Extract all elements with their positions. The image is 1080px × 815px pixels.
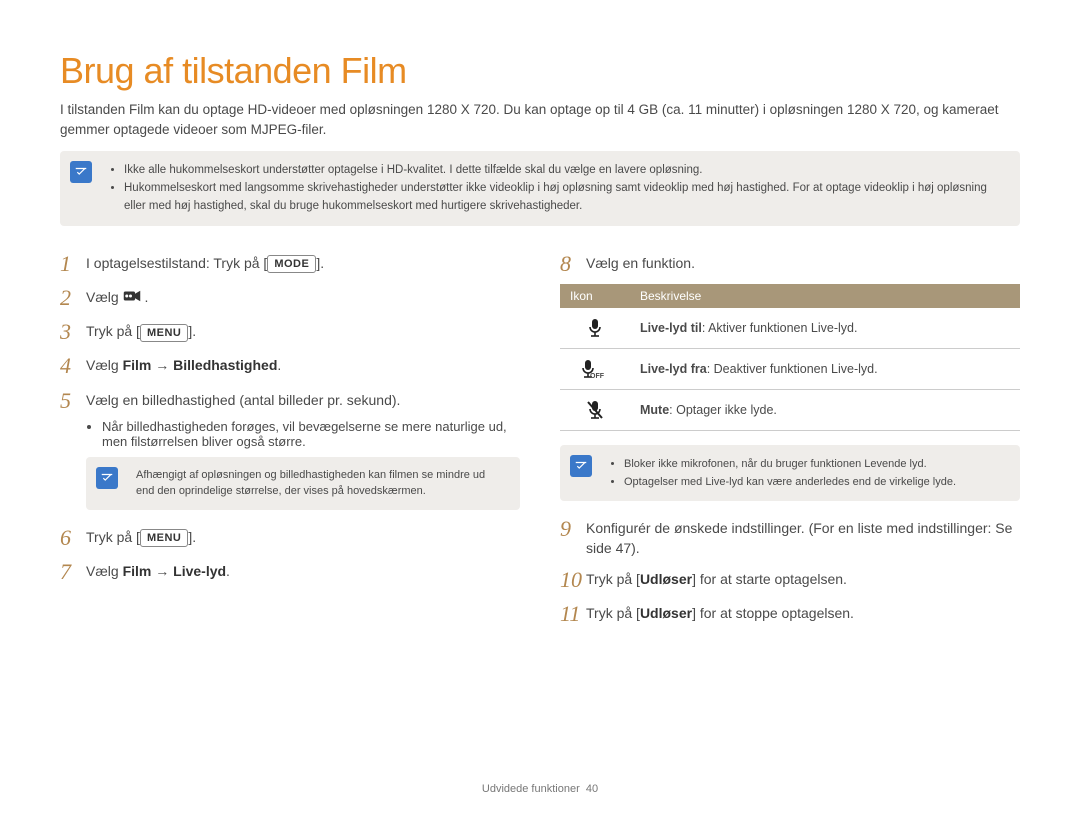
step2-text: Vælg (86, 289, 123, 305)
th-beskrivelse: Beskrivelse (630, 284, 1020, 308)
table-row: Live-lyd til: Aktiver funktionen Live-ly… (560, 308, 1020, 349)
step7-livelyd: Live-lyd (173, 563, 226, 579)
step-number: 11 (560, 602, 586, 626)
mic-mute-icon (586, 402, 604, 416)
left-column: 1 I optagelsestilstand: Tryk på [MODE]. … (60, 242, 520, 633)
step4-film: Film (123, 357, 152, 373)
step-number: 3 (60, 320, 86, 344)
step-10: 10 Tryk på [Udløser] for at starte optag… (560, 568, 1020, 592)
step5-sub: Når billedhastigheden forøges, vil bevæg… (86, 419, 520, 449)
step-number: 8 (560, 252, 586, 276)
step9-text: Konfigurér de ønskede indstillinger. (Fo… (586, 517, 1020, 558)
step-7: 7 Vælg Film → Live-lyd. (60, 560, 520, 584)
footer-page: 40 (586, 783, 598, 795)
step-number: 4 (60, 354, 86, 378)
step-number: 2 (60, 286, 86, 310)
step6-post: ]. (188, 529, 196, 545)
step-4: 4 Vælg Film → Billedhastighed. (60, 354, 520, 378)
step11-pre: Tryk på [ (586, 605, 640, 621)
right-column: 8 Vælg en funktion. Ikon Beskrivelse Liv… (560, 242, 1020, 633)
step4-post: . (277, 357, 281, 373)
note-icon (570, 455, 592, 477)
row3-label: Mute (640, 403, 669, 417)
step5-note-text: Afhængigt af opløsningen og billedhastig… (136, 469, 485, 498)
step-6: 6 Tryk på [MENU]. (60, 526, 520, 550)
step5-text: Vælg en billedhastighed (antal billeder … (86, 389, 520, 411)
top-note-2: Hukommelseskort med langsomme skrivehast… (124, 180, 1006, 215)
step7-pre: Vælg (86, 563, 123, 579)
step7-post: . (226, 563, 230, 579)
step-number: 9 (560, 517, 586, 541)
note8b: Optagelser med Live-lyd kan være anderle… (624, 474, 1006, 491)
row2-label: Live-lyd fra (640, 362, 707, 376)
mic-on-icon (587, 320, 603, 334)
step8-text: Vælg en funktion. (586, 252, 1020, 274)
step10-pre: Tryk på [ (586, 571, 640, 587)
step-5: 5 Vælg en billedhastighed (antal billede… (60, 389, 520, 413)
top-note-1: Ikke alle hukommelseskort understøtter o… (124, 162, 1006, 179)
row1-desc: : Aktiver funktionen Live-lyd. (702, 321, 858, 335)
step-number: 10 (560, 568, 586, 592)
table-row: OFF Live-lyd fra: Deaktiver funktionen L… (560, 349, 1020, 390)
step7-arrow: → (151, 563, 173, 579)
step4-arrow: → (151, 357, 173, 373)
page-title: Brug af tilstanden Film (60, 50, 1020, 92)
intro-paragraph: I tilstanden Film kan du optage HD-video… (60, 100, 1020, 139)
video-camera-icon (123, 289, 141, 309)
step-11: 11 Tryk på [Udløser] for at stoppe optag… (560, 602, 1020, 626)
th-ikon: Ikon (560, 284, 630, 308)
step11-b: Udløser (640, 605, 692, 621)
step7-film: Film (123, 563, 152, 579)
step5-bullet: Når billedhastigheden forøges, vil bevæg… (102, 419, 520, 449)
step8-note-box: Bloker ikke mikrofonen, når du bruger fu… (560, 445, 1020, 501)
step4-billed: Billedhastighed (173, 357, 277, 373)
note-icon (70, 161, 92, 183)
row2-desc: : Deaktiver funktionen Live-lyd. (707, 362, 878, 376)
step-2: 2 Vælg . (60, 286, 520, 310)
mic-off-icon: OFF (580, 361, 610, 375)
footer-section: Udvidede funktioner (482, 783, 580, 795)
step2-text-post: . (144, 289, 148, 305)
icon-table: Ikon Beskrivelse Live-lyd til: Aktiver f… (560, 284, 1020, 431)
step-number: 7 (60, 560, 86, 584)
row1-label: Live-lyd til (640, 321, 702, 335)
menu-key: MENU (140, 529, 188, 547)
step10-post: ] for at starte optagelsen. (692, 571, 847, 587)
note-icon (96, 467, 118, 489)
mode-key: MODE (267, 255, 316, 273)
step3-text-pre: Tryk på [ (86, 323, 140, 339)
menu-key: MENU (140, 324, 188, 342)
step11-post: ] for at stoppe optagelsen. (692, 605, 854, 621)
step-3: 3 Tryk på [MENU]. (60, 320, 520, 344)
step-number: 1 (60, 252, 86, 276)
content-columns: 1 I optagelsestilstand: Tryk på [MODE]. … (60, 242, 1020, 633)
step10-b: Udløser (640, 571, 692, 587)
step3-text-post: ]. (188, 323, 196, 339)
table-row: Mute: Optager ikke lyde. (560, 390, 1020, 431)
step4-pre: Vælg (86, 357, 123, 373)
row3-desc: : Optager ikke lyde. (669, 403, 777, 417)
step5-note-box: Afhængigt af opløsningen og billedhastig… (86, 457, 520, 510)
step1-text-pre: I optagelsestilstand: Tryk på [ (86, 255, 267, 271)
note8a: Bloker ikke mikrofonen, når du bruger fu… (624, 456, 1006, 473)
step-number: 6 (60, 526, 86, 550)
step-9: 9 Konfigurér de ønskede indstillinger. (… (560, 517, 1020, 558)
step-8: 8 Vælg en funktion. (560, 252, 1020, 276)
step1-text-post: ]. (316, 255, 324, 271)
step-1: 1 I optagelsestilstand: Tryk på [MODE]. (60, 252, 520, 276)
page-footer: Udvidede funktioner 40 (0, 783, 1080, 795)
step6-pre: Tryk på [ (86, 529, 140, 545)
top-note-box: Ikke alle hukommelseskort understøtter o… (60, 151, 1020, 226)
step-number: 5 (60, 389, 86, 413)
